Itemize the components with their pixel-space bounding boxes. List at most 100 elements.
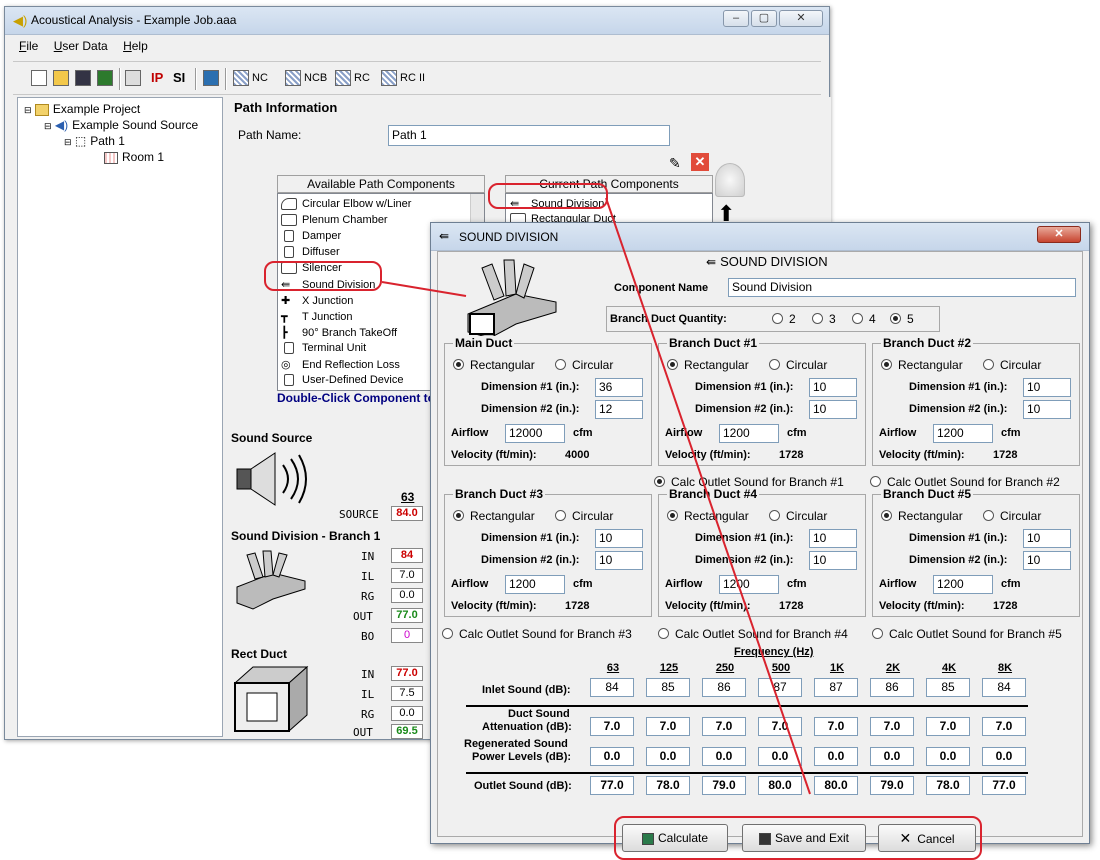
branch-duct-2-airflow-input[interactable]: 1200 [933, 424, 993, 443]
branch-duct-3-airflow-input[interactable]: 1200 [505, 575, 565, 594]
branch-duct-4-dim2-input[interactable]: 10 [809, 551, 857, 570]
branch-duct-4-rectangular-radio[interactable]: Rectangular [667, 509, 749, 523]
calc-outlet-branch-4-radio[interactable]: Calc Outlet Sound for Branch #4 [658, 627, 848, 641]
collapse-icon[interactable]: ⊟ [64, 137, 72, 147]
rc2-chart-button[interactable]: RC II [381, 68, 425, 90]
tree-item-path[interactable]: ⊟ ⬚ Path 1 [64, 134, 125, 148]
list-item-t-junction[interactable]: ┳ T Junction [281, 310, 353, 323]
branch-duct-3-title: Branch Duct #3 [453, 487, 546, 501]
branch-duct-2-dim1-input[interactable]: 10 [1023, 378, 1071, 397]
nc-chart-icon [233, 70, 249, 87]
rc-chart-button[interactable]: RC [335, 68, 370, 90]
si-units-button[interactable]: SI [173, 68, 185, 90]
maximize-button[interactable]: ▢ [751, 10, 777, 27]
branch-duct-3-dim2-input[interactable]: 10 [595, 551, 643, 570]
list-item-diffuser[interactable]: Diffuser [281, 246, 340, 259]
new-file-icon[interactable] [31, 68, 50, 90]
dialog-body: ⇚ SOUND DIVISION Component Name Sound Div… [437, 251, 1083, 860]
inlet-cell[interactable]: 86 [870, 678, 914, 697]
list-item-terminal-unit[interactable]: Terminal Unit [281, 342, 366, 355]
save-icon[interactable] [75, 68, 94, 90]
branch-duct-2-rectangular-radio[interactable]: Rectangular [881, 358, 963, 372]
branch-duct-3-dim1-input[interactable]: 10 [595, 529, 643, 548]
main-duct-dim1-input[interactable]: 36 [595, 378, 643, 397]
inlet-cell[interactable]: 87 [758, 678, 802, 697]
branch-duct-3-rectangular-radio[interactable]: Rectangular [453, 509, 535, 523]
branch-duct-5-dim1-input[interactable]: 10 [1023, 529, 1071, 548]
inlet-cell[interactable]: 87 [814, 678, 858, 697]
open-folder-icon[interactable] [53, 68, 72, 90]
freq-header-1k: 1K [829, 662, 845, 674]
branch-duct-1-dim2-input[interactable]: 10 [809, 400, 857, 419]
calc-outlet-branch-5-radio[interactable]: Calc Outlet Sound for Branch #5 [872, 627, 1062, 641]
branch-duct-5-rectangular-radio[interactable]: Rectangular [881, 509, 963, 523]
inlet-cell[interactable]: 85 [926, 678, 970, 697]
ip-units-button[interactable]: IP [151, 68, 163, 90]
branch-duct-5-cfm-label: cfm [1001, 578, 1021, 590]
branch-duct-3-circular-radio[interactable]: Circular [555, 509, 613, 523]
rc2-label: RC II [400, 72, 426, 84]
print-icon[interactable] [125, 68, 144, 90]
branch-duct-5-dim2-input[interactable]: 10 [1023, 551, 1071, 570]
delete-icon[interactable]: ✕ [691, 153, 709, 171]
inlet-cell[interactable]: 84 [590, 678, 634, 697]
branch-duct-2-circular-radio[interactable]: Circular [983, 358, 1041, 372]
collapse-icon[interactable]: ⊟ [24, 105, 32, 115]
inlet-cell[interactable]: 86 [702, 678, 746, 697]
calc-outlet-branch-1-radio[interactable]: Calc Outlet Sound for Branch #1 [654, 475, 844, 489]
main-duct-airflow-input[interactable]: 12000 [505, 424, 565, 443]
tree-item-room[interactable]: Room 1 [104, 150, 164, 164]
path-name-input[interactable]: Path 1 [388, 125, 670, 146]
nc-chart-button[interactable]: NC [233, 68, 268, 90]
frequency-label: Frequency (Hz) [734, 646, 814, 658]
main-duct-dim2-input[interactable]: 12 [595, 400, 643, 419]
branch-duct-5-airflow-input[interactable]: 1200 [933, 575, 993, 594]
branch-duct-4-airflow-input[interactable]: 1200 [719, 575, 779, 594]
path-name-label: Path Name: [238, 128, 302, 142]
duct-path-icon: ⬚ [74, 134, 87, 148]
menu-file[interactable]: File [19, 35, 38, 53]
component-name-input[interactable]: Sound Division [728, 278, 1076, 297]
branch-qty-4-radio[interactable]: 4 [852, 312, 876, 326]
ncb-chart-button[interactable]: NCB [285, 68, 327, 90]
elbow-icon [281, 198, 297, 211]
main-duct-circular-radio[interactable]: Circular [555, 358, 613, 372]
tree-item-sound-source[interactable]: ⊟ ◀) Example Sound Source [44, 118, 198, 132]
list-item-damper[interactable]: Damper [281, 230, 341, 243]
tree-item-project[interactable]: ⊟ Example Project [24, 102, 140, 116]
collapse-icon[interactable]: ⊟ [44, 121, 52, 131]
list-item-user-defined[interactable]: User-Defined Device [281, 374, 403, 387]
branch-duct-1-circular-radio[interactable]: Circular [769, 358, 827, 372]
branch-qty-3-radio[interactable]: 3 [812, 312, 836, 326]
list-item-x-junction[interactable]: ✚ X Junction [281, 294, 353, 307]
branch-duct-4-circular-radio[interactable]: Circular [769, 509, 827, 523]
branch-qty-2-radio[interactable]: 2 [772, 312, 796, 326]
branch-duct-1-rectangular-radio[interactable]: Rectangular [667, 358, 749, 372]
branch-duct-3-velocity-label: Velocity (ft/min): [451, 600, 537, 612]
regenerated-cell: 0.0 [702, 747, 746, 766]
menu-user-data[interactable]: User Data [54, 35, 108, 53]
list-item-end-reflection[interactable]: ◎ End Reflection Loss [281, 358, 400, 371]
list-item-circular-elbow[interactable]: Circular Elbow w/Liner [281, 198, 411, 211]
menu-help[interactable]: Help [123, 35, 148, 53]
list-item-branch-takeoff[interactable]: ┣ 90° Branch TakeOff [281, 326, 397, 339]
calculator-icon[interactable] [203, 68, 222, 90]
branch-duct-2-dim2-input[interactable]: 10 [1023, 400, 1071, 419]
source-label: SOURCE [339, 508, 379, 521]
dialog-close-button[interactable]: ✕ [1037, 226, 1081, 243]
save-all-icon[interactable] [97, 68, 116, 90]
list-item-plenum[interactable]: Plenum Chamber [281, 214, 388, 227]
branch-duct-1-dim1-input[interactable]: 10 [809, 378, 857, 397]
branch-duct-5-circular-radio[interactable]: Circular [983, 509, 1041, 523]
inlet-cell[interactable]: 85 [646, 678, 690, 697]
edit-brush-icon[interactable]: ✎ [669, 155, 681, 172]
calc-outlet-branch-3-radio[interactable]: Calc Outlet Sound for Branch #3 [442, 627, 632, 641]
branch-qty-5-radio[interactable]: 5 [890, 312, 914, 326]
branch-duct-1-airflow-input[interactable]: 1200 [719, 424, 779, 443]
calc-outlet-branch-2-radio[interactable]: Calc Outlet Sound for Branch #2 [870, 475, 1060, 489]
branch-duct-4-dim1-input[interactable]: 10 [809, 529, 857, 548]
close-button[interactable]: ✕ [779, 10, 823, 27]
inlet-cell[interactable]: 84 [982, 678, 1026, 697]
main-duct-rectangular-radio[interactable]: Rectangular [453, 358, 535, 372]
minimize-button[interactable]: – [723, 10, 749, 27]
